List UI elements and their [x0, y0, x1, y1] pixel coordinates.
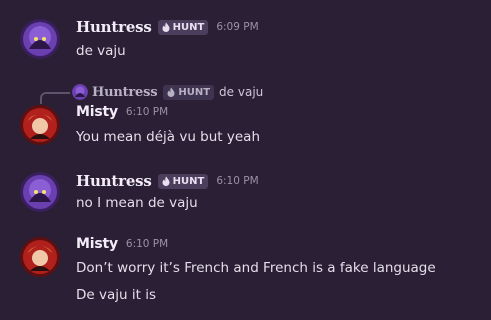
message-header: Misty 6:10 PM [76, 104, 168, 120]
tag-label: HUNT [172, 175, 205, 187]
message-huntress-1[interactable]: Huntress HUNT 6:09 PM de vaju [0, 0, 491, 70]
author-name[interactable]: Misty [76, 104, 118, 120]
reply-connector [40, 92, 70, 104]
timestamp[interactable]: 6:10 PM [216, 175, 258, 187]
message-misty-reply[interactable]: Huntress HUNT de vaju Misty 6:10 PM You … [0, 80, 491, 160]
message-huntress-2[interactable]: Huntress HUNT 6:10 PM no I mean de vaju [0, 160, 491, 230]
tag-label: HUNT [172, 21, 205, 33]
flame-icon [162, 22, 170, 32]
message-header: Huntress HUNT 6:10 PM [76, 172, 259, 190]
guild-tag[interactable]: HUNT [157, 19, 209, 35]
message-misty-2[interactable]: Misty 6:10 PM Don’t worry it’s French an… [0, 228, 491, 320]
reply-author-name[interactable]: Huntress [92, 85, 158, 100]
tag-label: HUNT [178, 86, 211, 98]
message-text: de vaju [76, 43, 126, 59]
message-text: You mean déjà vu but yeah [76, 129, 260, 145]
author-name[interactable]: Misty [76, 236, 118, 252]
reply-reference[interactable]: Huntress HUNT de vaju [72, 84, 263, 100]
author-name[interactable]: Huntress [76, 18, 152, 36]
message-header: Misty 6:10 PM [76, 236, 168, 252]
misty-avatar[interactable] [20, 105, 60, 145]
message-text: no I mean de vaju [76, 195, 198, 211]
message-header: Huntress HUNT 6:09 PM [76, 18, 259, 36]
huntress-mini-avatar [72, 84, 88, 100]
guild-tag[interactable]: HUNT [157, 173, 209, 189]
reply-guild-tag: HUNT [163, 84, 215, 100]
timestamp[interactable]: 6:09 PM [216, 21, 258, 33]
huntress-avatar[interactable] [20, 19, 60, 59]
author-name[interactable]: Huntress [76, 172, 152, 190]
message-text-line-2: De vaju it is [76, 287, 156, 303]
timestamp[interactable]: 6:10 PM [126, 106, 168, 118]
chat-messages: Huntress HUNT 6:09 PM de vaju Huntress H… [0, 0, 491, 320]
flame-icon [162, 176, 170, 186]
misty-avatar[interactable] [20, 237, 60, 277]
reply-preview-text: de vaju [219, 85, 264, 99]
timestamp[interactable]: 6:10 PM [126, 238, 168, 250]
message-text-line-1: Don’t worry it’s French and French is a … [76, 260, 436, 276]
flame-icon [167, 87, 175, 97]
huntress-avatar[interactable] [20, 172, 60, 212]
